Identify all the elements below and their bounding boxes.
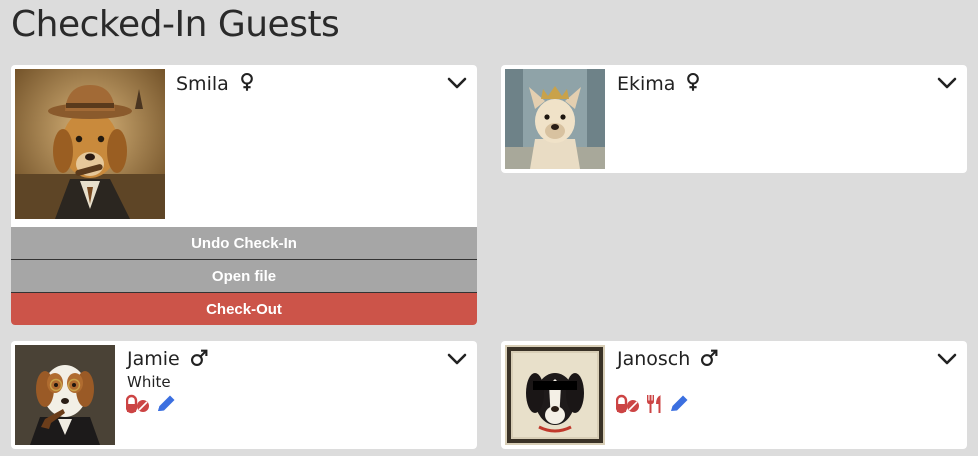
chevron-down-icon[interactable] [447,77,467,89]
male-icon [700,349,718,367]
guest-icons [615,394,690,419]
medication-icon[interactable] [125,394,150,419]
food-icon[interactable] [645,394,663,419]
undo-check-in-label: Undo Check-In [191,234,297,252]
male-icon [190,349,208,367]
check-out-label: Check-Out [206,300,282,318]
guest-name-row: Janosch [617,348,718,370]
guest-card-ekima: Ekima [501,65,967,173]
check-out-button[interactable]: Check-Out [11,293,477,325]
guest-name: Jamie [127,348,180,370]
guest-name-row: Smila [176,72,255,95]
guest-name: Janosch [617,348,691,370]
guest-photo [505,345,605,445]
open-file-label: Open file [211,267,277,285]
guest-card-janosch: Janosch [501,341,967,449]
chevron-down-icon[interactable] [937,77,957,89]
open-file-button[interactable]: Open file [11,260,477,292]
guest-photo [505,69,605,169]
guest-name-row: Jamie [127,348,208,370]
guest-card-jamie: Jamie White [11,341,477,449]
guest-name: Smila [176,73,229,95]
guest-name: Ekima [617,73,676,95]
undo-check-in-button[interactable]: Undo Check-In [11,227,477,259]
female-icon [685,72,701,92]
guest-color: White [127,373,171,391]
guest-icons [125,394,177,419]
guest-photo [15,345,115,445]
chevron-down-icon[interactable] [937,353,957,365]
edit-icon[interactable] [155,394,177,419]
guest-photo [15,69,165,219]
edit-icon[interactable] [668,394,690,419]
female-icon [239,72,255,92]
chevron-down-icon[interactable] [447,353,467,365]
guest-card-smila: Smila Undo Check-In Open file Check-Out [11,65,477,325]
guest-name-row: Ekima [617,72,701,95]
medication-icon[interactable] [615,394,640,419]
page-title: Checked-In Guests [11,4,340,45]
